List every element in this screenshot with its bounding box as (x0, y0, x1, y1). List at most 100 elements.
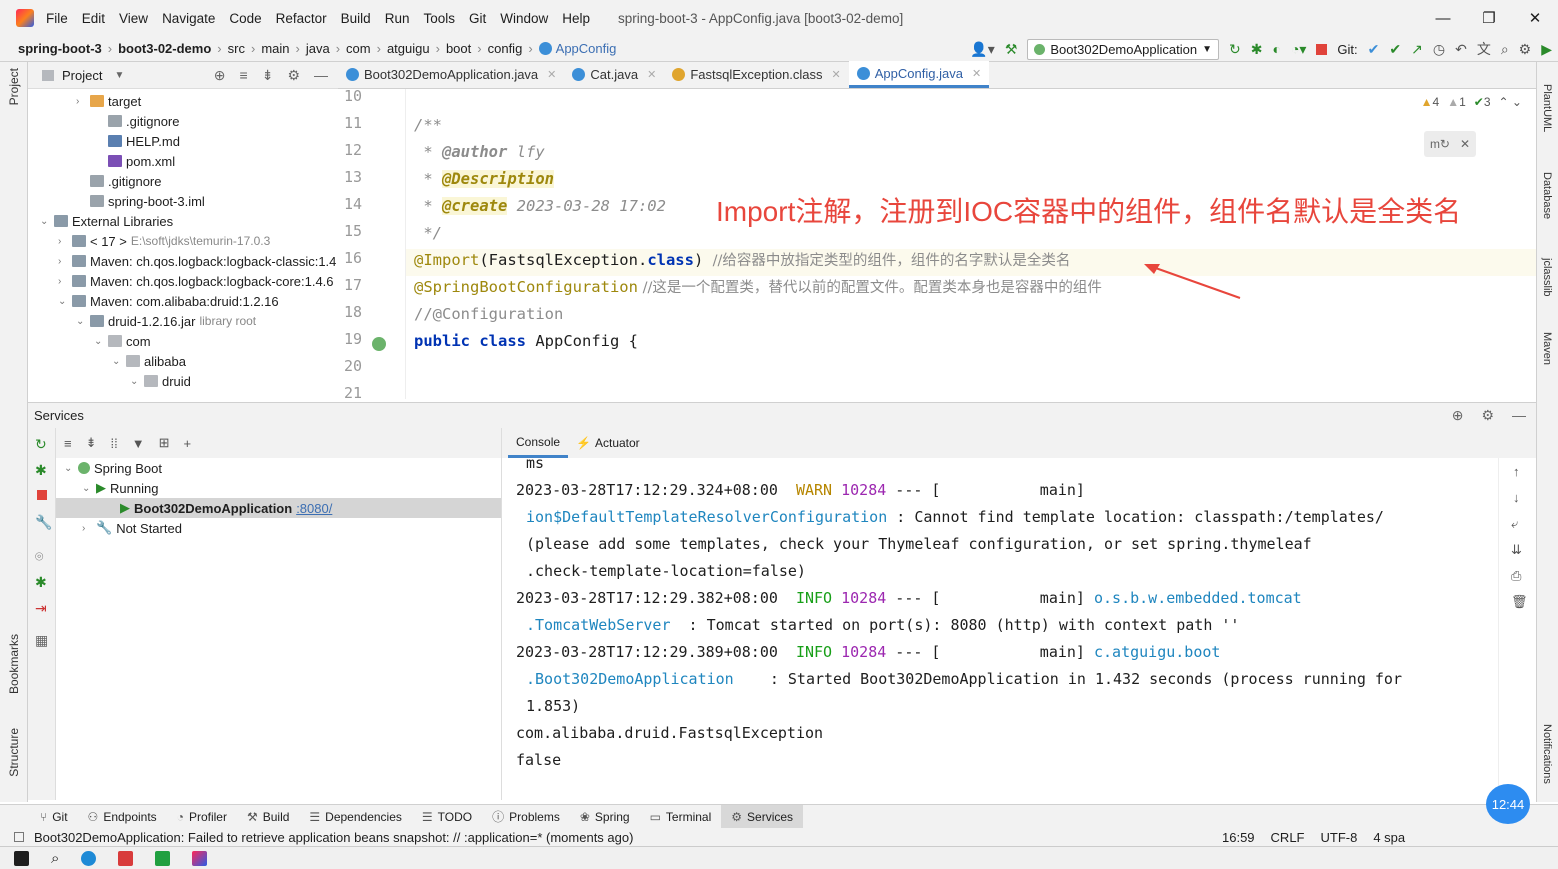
crumb-boot[interactable]: boot (446, 41, 471, 56)
maven-tool-button[interactable]: Maven (1541, 332, 1553, 365)
tool-tab-git[interactable]: ⑂ Git (30, 805, 78, 829)
rerun-icon[interactable]: ↻ (35, 436, 47, 453)
trash-icon[interactable]: 🗑 (1511, 594, 1528, 610)
windows-start-icon[interactable] (14, 850, 29, 866)
crumb-atguigu[interactable]: atguigu (387, 41, 430, 56)
menu-help[interactable]: Help (562, 11, 590, 26)
tree-node[interactable]: ⌄ com (94, 331, 151, 351)
app-icon[interactable] (118, 850, 134, 866)
tree-node[interactable]: .gitignore (76, 171, 161, 191)
group-by-icon[interactable]: ⁞⁞ (111, 436, 118, 451)
search-icon[interactable]: ⌕ (51, 850, 59, 867)
crumb-java[interactable]: java (306, 41, 330, 56)
menu-code[interactable]: Code (229, 11, 261, 26)
minimize-button[interactable]: — (1420, 0, 1466, 36)
crumb-appconfig[interactable]: AppConfig (556, 41, 617, 56)
tree-node[interactable]: › < 17 > E:\soft\jdks\temurin-17.0.3 (58, 231, 270, 251)
tree-node[interactable]: › Maven: ch.qos.logback:logback-classic:1… (58, 251, 336, 271)
edge-icon[interactable] (81, 850, 97, 866)
expand-all-icon[interactable]: ≡ (240, 67, 248, 84)
git-commit-icon[interactable]: ✔ (1389, 41, 1401, 58)
tool-tab-problems[interactable]: ⓘ Problems (482, 805, 570, 829)
close-icon[interactable]: ✕ (832, 68, 841, 81)
indent-setting[interactable]: 4 spa (1373, 830, 1405, 845)
tree-node[interactable]: › Maven: ch.qos.logback:logback-core:1.4.… (58, 271, 334, 291)
caret-position[interactable]: 16:59 (1222, 830, 1255, 845)
tab-actuator[interactable]: ⚡ Actuator (568, 428, 648, 458)
menu-edit[interactable]: Edit (82, 11, 105, 26)
project-tool-button[interactable]: Project (7, 68, 21, 105)
tree-node[interactable]: pom.xml (94, 151, 175, 171)
settings-icon[interactable]: ⚙ (1519, 41, 1532, 58)
coverage-icon[interactable]: ◐ (1272, 41, 1280, 57)
tree-node[interactable]: spring-boot-3.iml (76, 191, 205, 211)
search-icon[interactable]: ⌕ (1501, 41, 1509, 58)
menu-run[interactable]: Run (385, 11, 410, 26)
hide-icon[interactable]: — (314, 67, 328, 84)
maven-reload-popup[interactable]: m↻ ✕ (1424, 131, 1476, 157)
tree-node[interactable]: ⌄ druid (130, 371, 191, 391)
tree-node[interactable]: .gitignore (94, 111, 179, 131)
service-node-app[interactable]: ▶ Boot302DemoApplication:8080/ (56, 498, 501, 518)
close-icon[interactable]: ✕ (647, 68, 656, 81)
expand-all-icon[interactable]: ≡ (64, 436, 72, 451)
service-node-spring-boot[interactable]: ⌄ Spring Boot (64, 458, 162, 478)
debug-icon[interactable]: ✱ (1251, 41, 1263, 58)
menu-file[interactable]: File (46, 11, 68, 26)
menu-view[interactable]: View (119, 11, 148, 26)
hammer-build-icon[interactable]: ⚒ (1005, 41, 1018, 58)
hide-icon[interactable]: — (1512, 407, 1526, 424)
tree-node[interactable]: ⌄ External Libraries (40, 211, 173, 231)
tree-node[interactable]: ⌄ druid-1.2.16.jar library root (76, 311, 256, 331)
line-separator[interactable]: CRLF (1271, 830, 1305, 845)
new-tab-icon[interactable]: ⊞ (159, 435, 170, 451)
project-panel-title[interactable]: Project (62, 68, 102, 83)
tab-console[interactable]: Console (508, 428, 569, 458)
bookmarks-tool-button[interactable]: Bookmarks (7, 634, 21, 694)
close-icon[interactable]: ✕ (972, 67, 981, 80)
filter-icon[interactable]: ▼ (132, 436, 145, 451)
menu-build[interactable]: Build (341, 11, 371, 26)
tool-tab-services[interactable]: ⚙ Services (721, 804, 804, 829)
chevron-down-icon[interactable]: ▼ (114, 70, 124, 81)
add-service-icon[interactable]: + (184, 436, 192, 451)
tool-tab-dependencies[interactable]: ☰ Dependencies (299, 805, 412, 829)
tool-tab-terminal[interactable]: ▭ Terminal (640, 805, 722, 829)
rerun-icon[interactable]: ↻ (1229, 41, 1241, 58)
stop-icon[interactable] (1316, 43, 1328, 55)
locate-icon[interactable]: ⊕ (214, 67, 226, 84)
scroll-to-end-icon[interactable]: ⇊ (1511, 542, 1522, 558)
menu-tools[interactable]: Tools (423, 11, 455, 26)
attach-debugger-icon[interactable]: ✱ (35, 574, 47, 591)
close-button[interactable]: ✕ (1512, 0, 1558, 36)
collapse-all-icon[interactable]: ⇟ (86, 435, 97, 451)
scroll-up-icon[interactable]: ↑ (1513, 464, 1520, 479)
tool-tab-todo[interactable]: ☰ TODO (412, 805, 482, 829)
editor-tab[interactable]: AppConfig.java ✕ (848, 61, 990, 88)
menu-window[interactable]: Window (500, 11, 548, 26)
user-icon[interactable]: 👤▾ (970, 41, 994, 58)
service-node-not-started[interactable]: › 🔧 Not Started (82, 518, 182, 538)
close-icon[interactable]: ✕ (547, 68, 556, 81)
gear-icon[interactable]: ⚙ (1481, 407, 1494, 424)
editor-tab[interactable]: FastsqlException.class ✕ (664, 61, 848, 88)
wrench-icon[interactable]: 🔧 (35, 514, 52, 531)
editor-tab[interactable]: Boot302DemoApplication.java ✕ (338, 61, 564, 88)
crumb-src[interactable]: src (228, 41, 245, 56)
crumb-module[interactable]: boot3-02-demo (118, 41, 211, 56)
tool-tab-profiler[interactable]: ◔ Profiler (167, 805, 237, 829)
stop-icon[interactable] (37, 490, 47, 500)
profile-icon[interactable]: ◔▾ (1291, 41, 1306, 58)
gear-icon[interactable]: ⚙ (287, 67, 300, 84)
tree-node[interactable]: HELP.md (94, 131, 180, 151)
soft-wrap-icon[interactable]: ⤶ (1511, 516, 1518, 532)
scroll-down-icon[interactable]: ↓ (1513, 490, 1520, 505)
menu-refactor[interactable]: Refactor (276, 11, 327, 26)
intellij-taskbar-icon[interactable] (192, 850, 208, 866)
print-icon[interactable]: ⎙ (1511, 568, 1521, 584)
tree-node[interactable]: › target (76, 91, 141, 111)
menu-navigate[interactable]: Navigate (162, 11, 215, 26)
file-encoding[interactable]: UTF-8 (1321, 830, 1358, 845)
status-message[interactable]: Boot302DemoApplication: Failed to retrie… (34, 830, 633, 845)
database-tool-button[interactable]: Database (1541, 172, 1553, 219)
